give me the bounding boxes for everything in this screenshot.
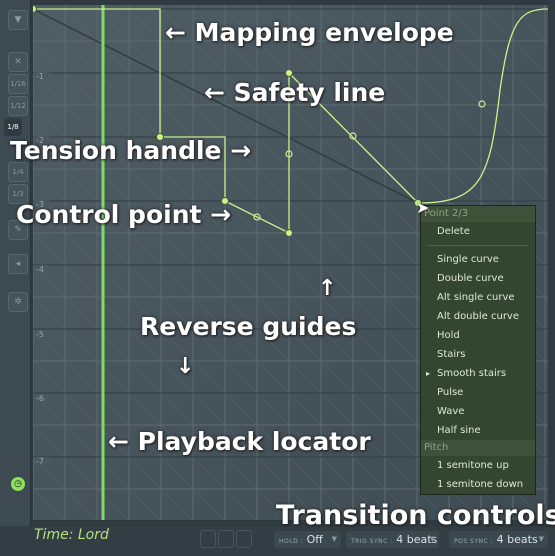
tool-sidebar: ▼ ✕ 1/16 1/12 1/8 1/4 1/3 ✎ ◂ ✲ ◷ [0,0,31,526]
info-icon[interactable] [236,530,252,548]
annotation-tension-handle: Tension handle → [10,136,252,165]
menu-item[interactable]: Hold [421,326,535,345]
pos-sync-select[interactable]: POS SYNC : 4 beats ▼ [449,531,548,548]
gear-icon[interactable]: ✲ [8,292,28,312]
trig-sync-label: TRIG SYNC : [351,538,393,545]
menu-header: Point 2/3 [421,206,535,222]
menu-separator [427,245,529,246]
menu-item[interactable]: ▸ Smooth stairs [421,364,535,383]
hand-icon[interactable] [218,530,234,548]
snap-1-4-icon[interactable]: 1/4 [8,162,28,182]
annotation-playback-locator: ← Playback locator [108,427,371,456]
menu-header-pitch: Pitch [421,440,535,456]
menu-item-semitone-down[interactable]: 1 semitone down [421,475,535,494]
pos-sync-value: 4 beats [496,533,538,546]
mouse-cursor-icon: ➤ [416,198,430,217]
pos-sync-label: POS SYNC : [454,538,494,545]
menu-item-delete[interactable]: Delete [421,222,535,241]
annotation-transition-controls: Transition controls [276,500,555,531]
hold-select[interactable]: HOLD : Off ▼ [274,531,341,548]
speaker-icon[interactable]: ◂ [8,254,28,274]
menu-item[interactable]: Single curve [421,250,535,269]
trig-sync-select[interactable]: TRIG SYNC : 4 beats ▼ [346,531,439,548]
chevron-down-icon: ▼ [538,535,544,543]
arrow-up-icon: ↑ [318,276,337,301]
chevron-down-icon: ▼ [429,535,435,543]
power-icon[interactable] [200,530,216,548]
time-label: Time: Lord [34,527,109,543]
hold-label: HOLD : [279,538,304,545]
menu-item[interactable]: Stairs [421,345,535,364]
menu-item[interactable]: Alt double curve [421,307,535,326]
selected-arrow-icon: ▸ [426,369,431,378]
menu-item[interactable]: Half sine [421,421,535,440]
menu-arrow-icon[interactable]: ▼ [8,10,28,30]
annotation-text: Mapping envelope [194,18,454,47]
control-point [285,229,293,237]
annotation-control-point: Control point → [16,200,232,229]
annotation-text: Control point [16,200,202,229]
menu-item-label: Smooth stairs [437,368,507,379]
annotation-text: Tension handle [10,136,222,165]
clock-icon[interactable]: ◷ [11,477,25,491]
annotation-text: Safety line [233,78,386,107]
menu-item-semitone-up[interactable]: 1 semitone up [421,456,535,475]
menu-item[interactable]: Double curve [421,269,535,288]
annotation-safety-line: ← Safety line [204,78,386,107]
annotation-reverse-guides: Reverse guides [140,312,357,341]
point-context-menu: Point 2/3 Delete Single curve Double curv… [420,205,536,495]
menu-item[interactable]: Pulse [421,383,535,402]
annotation-text: Playback locator [137,427,371,456]
snap-1-12-icon[interactable]: 1/12 [8,96,28,116]
control-point [33,5,37,13]
menu-item[interactable]: Wave [421,402,535,421]
chevron-down-icon: ▼ [331,535,337,543]
annotation-mapping-envelope: ← Mapping envelope [165,18,454,47]
snap-1-8-icon[interactable]: 1/8 [4,118,22,136]
arrow-down-icon: ↓ [176,354,195,379]
hold-value: Off [306,533,323,546]
snap-1-16-icon[interactable]: 1/16 [8,74,28,94]
menu-item[interactable]: Alt single curve [421,288,535,307]
control-point [285,69,293,77]
close-icon[interactable]: ✕ [8,52,28,72]
